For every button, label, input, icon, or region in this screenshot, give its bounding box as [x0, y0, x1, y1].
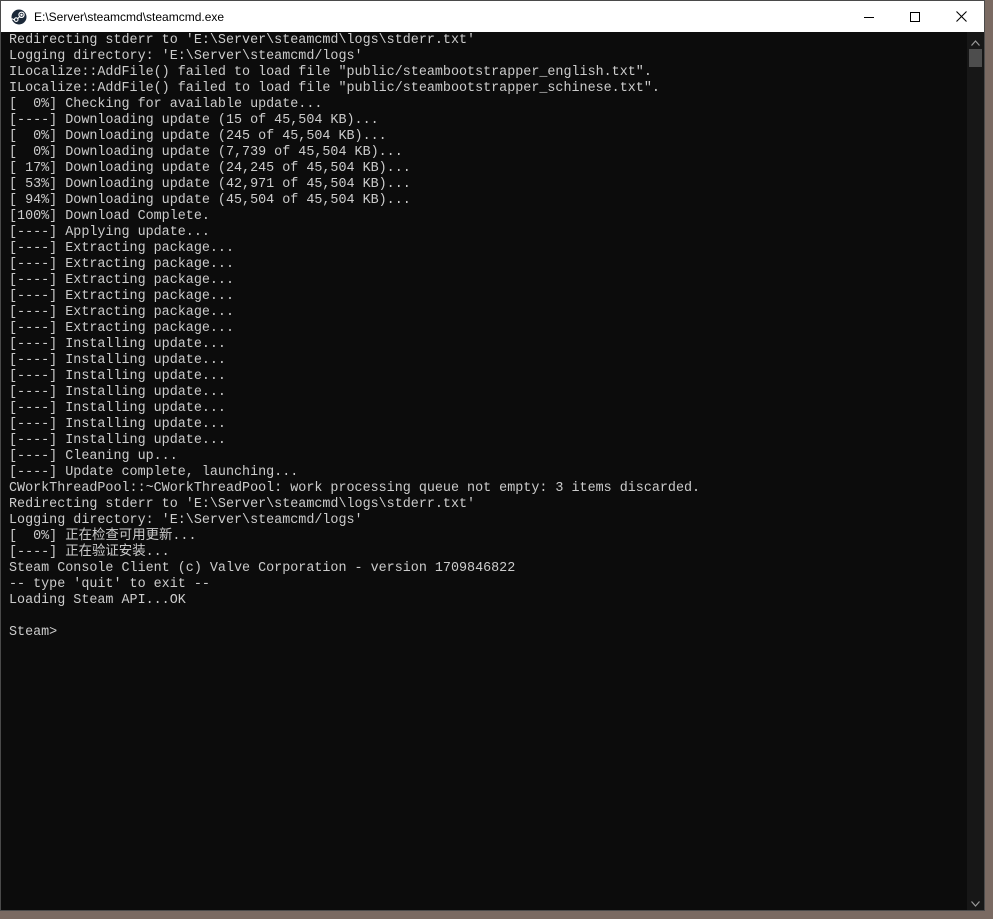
console-line: ILocalize::AddFile() failed to load file…	[9, 81, 660, 96]
console-line: [----] Applying update...	[9, 225, 210, 240]
window-title: E:\Server\steamcmd\steamcmd.exe	[34, 9, 225, 24]
arrow-down-icon	[971, 892, 980, 911]
close-button[interactable]	[938, 1, 984, 32]
console-line: [----] Installing update...	[9, 401, 226, 416]
console-line: Steam Console Client (c) Valve Corporati…	[9, 561, 516, 576]
steam-icon	[11, 9, 27, 25]
arrow-up-icon	[971, 31, 980, 50]
console-line: [----] Update complete, launching...	[9, 465, 299, 480]
console-line: Logging directory: 'E:\Server\steamcmd/l…	[9, 513, 363, 528]
console-line: [----] Installing update...	[9, 417, 226, 432]
console-line: [----] Extracting package...	[9, 257, 234, 272]
vertical-scrollbar[interactable]	[967, 32, 984, 910]
console-line: [----] Installing update...	[9, 433, 226, 448]
console-line: ILocalize::AddFile() failed to load file…	[9, 65, 652, 80]
console-line: [ 0%] 正在检查可用更新...	[9, 529, 197, 544]
console-line: Loading Steam API...OK	[9, 593, 186, 608]
console-line: [----] Extracting package...	[9, 241, 234, 256]
maximize-button[interactable]	[892, 1, 938, 32]
console-line: Steam>	[9, 625, 58, 640]
console-line: [ 0%] Downloading update (245 of 45,504 …	[9, 129, 387, 144]
console-line: [----] Installing update...	[9, 369, 226, 384]
scroll-up-button[interactable]	[967, 32, 984, 49]
console-line: [ 53%] Downloading update (42,971 of 45,…	[9, 177, 411, 192]
console-line: [ 0%] Downloading update (7,739 of 45,50…	[9, 145, 403, 160]
console-line: -- type 'quit' to exit --	[9, 577, 210, 592]
console-lines: Redirecting stderr to 'E:\Server\steamcm…	[1, 33, 967, 641]
scroll-down-button[interactable]	[967, 893, 984, 910]
console-line: Redirecting stderr to 'E:\Server\steamcm…	[9, 497, 476, 512]
console-line: [----] Installing update...	[9, 337, 226, 352]
console-line: [----] Extracting package...	[9, 289, 234, 304]
console-line: [----] Installing update...	[9, 385, 226, 400]
console-output[interactable]: Redirecting stderr to 'E:\Server\steamcm…	[1, 32, 967, 910]
console-line: [----] Extracting package...	[9, 305, 234, 320]
minimize-button[interactable]	[846, 1, 892, 32]
console-line: [100%] Download Complete.	[9, 209, 210, 224]
console-line: [ 17%] Downloading update (24,245 of 45,…	[9, 161, 411, 176]
console-line: [----] Downloading update (15 of 45,504 …	[9, 113, 379, 128]
console-line: [----] Cleaning up...	[9, 449, 178, 464]
console-line: [ 0%] Checking for available update...	[9, 97, 323, 112]
console-line: Redirecting stderr to 'E:\Server\steamcm…	[9, 33, 476, 48]
console-line: [----] Installing update...	[9, 353, 226, 368]
console-window: E:\Server\steamcmd\steamcmd.exe Redirect…	[0, 0, 985, 911]
maximize-icon	[910, 7, 920, 26]
close-icon	[955, 7, 967, 26]
console-line: [----] Extracting package...	[9, 273, 234, 288]
console-line: [----] 正在验证安装...	[9, 545, 170, 560]
console-line: Logging directory: 'E:\Server\steamcmd/l…	[9, 49, 363, 64]
console-line: CWorkThreadPool::~CWorkThreadPool: work …	[9, 481, 701, 496]
title-bar[interactable]: E:\Server\steamcmd\steamcmd.exe	[1, 1, 984, 32]
console-line: [----] Extracting package...	[9, 321, 234, 336]
scroll-thumb[interactable]	[969, 49, 982, 67]
caption-buttons	[846, 1, 984, 32]
minimize-icon	[864, 7, 874, 26]
console-line: [ 94%] Downloading update (45,504 of 45,…	[9, 193, 411, 208]
